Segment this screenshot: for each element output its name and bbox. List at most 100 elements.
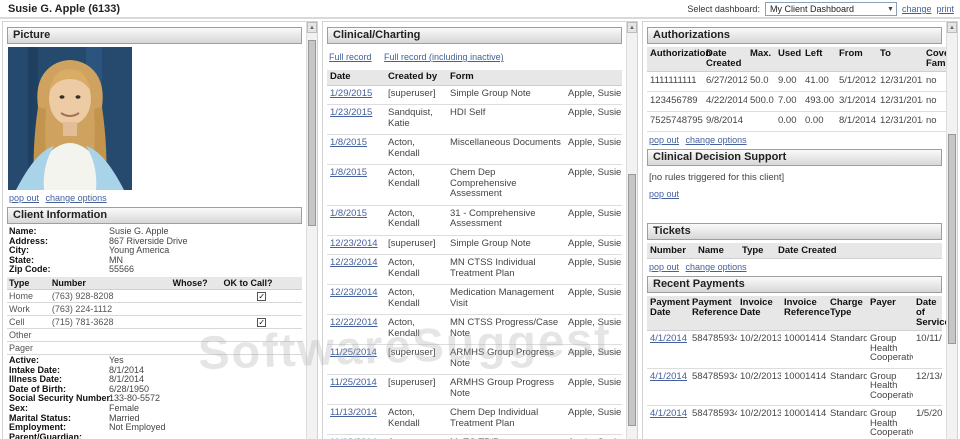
print-link[interactable]: print [936, 4, 954, 14]
phone-type: Cell [7, 315, 50, 329]
full-record-link[interactable]: Full record [329, 52, 372, 62]
clinical-date-link[interactable]: 1/29/2015 [330, 88, 372, 99]
scroll-up-arrow-icon[interactable]: ▲ [947, 22, 957, 33]
payment-row: 4/1/2014 584785934 10/2/2013 10001414 St… [647, 405, 942, 439]
clinical-created-by: Acton, Kendall [385, 314, 447, 345]
clinical-date-link[interactable]: 1/8/2015 [330, 208, 367, 219]
right-scrollbar-thumb[interactable] [948, 134, 956, 344]
scroll-up-arrow-icon[interactable]: ▲ [307, 22, 317, 33]
field-label: Illness Date: [9, 374, 63, 385]
clinical-client: Apple, Susie [565, 344, 622, 375]
auth-left: 0.00 [802, 111, 836, 132]
left-scrollbar-thumb[interactable] [308, 40, 316, 226]
clinical-form: Simple Group Note [447, 235, 565, 255]
auth-max: 50.0 [747, 71, 775, 92]
full-record-inactive-link[interactable]: Full record (including inactive) [384, 52, 504, 62]
clinical-row: 1/23/2015 Sandquist, Katie HDI Self Appl… [327, 104, 622, 135]
tickets-col-date-created: Date Created [775, 243, 942, 259]
clinical-row: 11/13/2014 Acton, Kendall MnTC TP/Progre… [327, 434, 622, 439]
clinical-row: 12/23/2014 Acton, Kendall MN CTSS Indivi… [327, 254, 622, 285]
clinical-client: Apple, Susie [565, 314, 622, 345]
picture-change-options-link[interactable]: change options [46, 193, 107, 203]
clinical-scrollbar-thumb[interactable] [628, 174, 636, 426]
clinical-panel-scrollbar[interactable]: ▲ [626, 22, 637, 439]
clinical-client: Apple, Susie [565, 134, 622, 165]
cds-links: pop out [649, 189, 942, 199]
clinical-client: Apple, Susie [565, 164, 622, 206]
picture-section-header: Picture [7, 27, 302, 44]
auth-col-covers-family: Covers Family [923, 47, 946, 72]
auth-covers: no [923, 111, 946, 132]
clinical-date-link[interactable]: 12/23/2014 [330, 238, 378, 249]
clinical-form: Chem Dep Individual Treatment Plan [447, 404, 565, 435]
authorization-row: 123456789 4/22/2014 500.0 7.00 493.00 3/… [647, 91, 946, 112]
field-label: Sex: [9, 402, 29, 413]
right-panel-scrollbar[interactable]: ▲ [946, 22, 957, 439]
payment-date-link[interactable]: 4/1/2014 [650, 333, 687, 344]
phone-col-whose: Whose? [170, 276, 222, 290]
tickets-change-options-link[interactable]: change options [686, 262, 747, 272]
clinical-date-link[interactable]: 1/23/2015 [330, 107, 372, 118]
phone-row: Other ✓ [7, 328, 302, 342]
clinical-created-by: [superuser] [385, 344, 447, 375]
payment-reference: 584785934 [689, 368, 737, 406]
auth-col-authorization: Authorization [647, 47, 711, 72]
client-photo [8, 47, 132, 190]
ok-to-call-checkbox[interactable]: ✓ [257, 291, 267, 301]
right-panel-body: Authorizations Authorization Date Create… [643, 22, 946, 439]
field-label: State: [9, 254, 35, 265]
phone-number [49, 328, 171, 342]
payment-date-link[interactable]: 4/1/2014 [650, 408, 687, 419]
auth-col-left: Left [802, 47, 836, 72]
auth-max [747, 111, 775, 132]
dashboard-select[interactable]: My Client Dashboard ▼ [764, 2, 897, 16]
authorizations-change-options-link[interactable]: change options [686, 135, 747, 145]
cds-pop-out-link[interactable]: pop out [649, 189, 679, 199]
client-info-section-header: Client Information [7, 207, 302, 224]
field-label: Name: [9, 226, 37, 236]
clinical-form: Simple Group Note [447, 85, 565, 105]
auth-col-max: Max. [747, 47, 775, 72]
clinical-created-by: Acton, Kendall [385, 164, 447, 206]
top-bar: Susie G. Apple (6133) Select dashboard: … [0, 0, 960, 19]
picture-pop-out-link[interactable]: pop out [9, 193, 39, 203]
clinical-section-header: Clinical/Charting [327, 27, 622, 44]
phone-number: (763) 224-1112 [49, 302, 171, 316]
field-label: Active: [9, 354, 40, 365]
clinical-date-link[interactable]: 1/8/2015 [330, 167, 367, 178]
clinical-date-link[interactable]: 12/23/2014 [330, 287, 378, 298]
tickets-col-type: Type [739, 243, 775, 259]
clinical-date-link[interactable]: 11/25/2014 [330, 377, 377, 388]
phone-col-ok: OK to Call? [221, 276, 302, 290]
clinical-date-link[interactable]: 12/23/2014 [330, 257, 378, 268]
auth-to: 12/31/2014 [877, 91, 923, 112]
clinical-date-link[interactable]: 12/22/2014 [330, 317, 378, 328]
tickets-pop-out-link[interactable]: pop out [649, 262, 679, 272]
phone-type: Home [7, 289, 50, 303]
scroll-up-arrow-icon[interactable]: ▲ [627, 22, 637, 33]
clinical-form: MN CTSS Individual Treatment Plan [447, 254, 565, 285]
clinical-date-link[interactable]: 1/8/2015 [330, 137, 367, 148]
clinical-date-link[interactable]: 11/25/2014 [330, 347, 377, 358]
field-label: Marital Status: [9, 412, 72, 423]
clinical-form: ARMHS Group Progress Note [447, 344, 565, 375]
payer: Group Health Cooperative [867, 405, 913, 439]
clinical-form: MnTC TP/Progress Review - NEW [447, 434, 565, 439]
field-label: Address: [9, 235, 49, 246]
auth-col-used: Used [775, 47, 802, 72]
field-label: Intake Date: [9, 364, 61, 375]
dashboard-select-value: My Client Dashboard [769, 4, 854, 14]
left-panel-scrollbar[interactable]: ▲ [306, 22, 317, 439]
charge-type: Standard [827, 330, 867, 369]
authorizations-links: pop out change options [649, 135, 942, 145]
clinical-client: Apple, Susie [565, 374, 622, 405]
clinical-date-link[interactable]: 11/13/2014 [330, 407, 377, 418]
payment-date-link[interactable]: 4/1/2014 [650, 371, 687, 382]
picture-links: pop out change options [9, 193, 302, 203]
phone-row: Cell (715) 781-3628 ✓ [7, 315, 302, 329]
payment-row: 4/1/2014 584785934 10/2/2013 10001414 St… [647, 330, 942, 369]
authorizations-pop-out-link[interactable]: pop out [649, 135, 679, 145]
chevron-down-icon: ▼ [887, 5, 894, 13]
change-dashboard-link[interactable]: change [902, 4, 932, 14]
ok-to-call-checkbox[interactable]: ✓ [257, 317, 267, 327]
